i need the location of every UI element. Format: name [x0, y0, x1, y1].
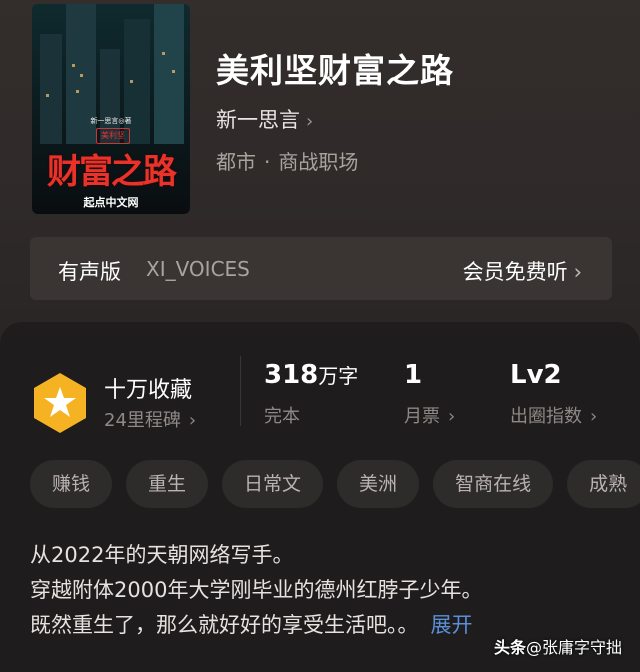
favorites-count: 十万收藏 — [104, 378, 193, 403]
milestones-link[interactable]: 24里程碑 › — [104, 406, 196, 432]
audio-voice: XI_VOICES — [146, 257, 250, 281]
milestones-label: 24里程碑 — [104, 410, 181, 431]
audio-version-bar[interactable]: 有声版 XI_VOICES 会员免费听 › — [30, 237, 612, 300]
popularity-index-label: 出圈指数 — [510, 406, 582, 427]
description-line: 穿越附体2000年大学刚毕业的德州红脖子少年。 — [30, 578, 483, 602]
watermark-author: @张庸字守拙 — [526, 638, 623, 657]
cover-publisher: 起点中文网 — [83, 196, 139, 209]
stats-divider — [240, 356, 241, 426]
book-description: 从2022年的天朝网络写手。 穿越附体2000年大学刚毕业的德州红脖子少年。 既… — [30, 538, 630, 643]
word-count-unit: 万字 — [318, 364, 359, 388]
cover-building — [40, 34, 62, 144]
book-info-panel: 十万收藏 24里程碑 › 318万字 完本 1 月票 › Lv2 出圈指数 › 赚钱重… — [0, 322, 640, 672]
chevron-right-icon: › — [188, 410, 197, 431]
author-name: 新一思言 — [216, 108, 300, 132]
expand-button[interactable]: 展开 — [431, 613, 473, 637]
monthly-tickets-value: 1 — [404, 360, 423, 390]
cover-title: 财富之路 — [47, 152, 177, 192]
popularity-level-value: Lv2 — [510, 360, 562, 390]
genre-line: 都市 · 商战职场 — [216, 146, 358, 175]
book-title: 美利坚财富之路 — [216, 51, 454, 90]
word-count: 318万字 — [264, 360, 358, 390]
monthly-tickets-label: 月票 — [404, 406, 440, 427]
chevron-right-icon: › — [306, 111, 314, 132]
monthly-tickets-link[interactable]: 月票 › — [404, 402, 455, 428]
tag-chip[interactable]: 智商在线 — [433, 460, 554, 508]
tag-chip[interactable]: 重生 — [126, 460, 209, 508]
cover-badge: 美利坚 — [96, 128, 130, 144]
star-badge-icon — [34, 373, 86, 433]
completion-status: 完本 — [264, 406, 300, 427]
tag-chip[interactable]: 成熟 — [567, 460, 640, 508]
cover-author-line: 新一思言◎著 — [90, 117, 132, 125]
chevron-right-icon: › — [573, 260, 582, 284]
audio-label: 有声版 — [58, 260, 121, 284]
member-free-label: 会员免费听 — [462, 260, 568, 284]
tag-chip[interactable]: 赚钱 — [30, 460, 113, 508]
popularity-index-link[interactable]: 出圈指数 › — [510, 402, 597, 428]
tag-list: 赚钱 重生 日常文 美洲 智商在线 成熟 — [30, 460, 640, 512]
author-link[interactable]: 新一思言 › — [216, 104, 313, 134]
genre[interactable]: 都市 — [216, 150, 256, 174]
member-free-listen-button[interactable]: 会员免费听 › — [463, 256, 582, 286]
word-count-value: 318 — [264, 360, 319, 390]
source-watermark: 头条@张庸字守拙 — [494, 634, 622, 658]
watermark-brand: 头条 — [494, 638, 527, 657]
tag-chip[interactable]: 日常文 — [222, 460, 324, 508]
chevron-right-icon: › — [448, 406, 456, 427]
description-line-text: 既然重生了，那么就好好的享受生活吧。。 — [30, 613, 419, 637]
separator-dot: · — [264, 150, 271, 174]
book-cover[interactable]: 新一思言◎著 美利坚 财富之路 起点中文网 — [32, 4, 190, 214]
tag-chip[interactable]: 美洲 — [337, 460, 420, 508]
chevron-right-icon: › — [590, 406, 598, 427]
subgenre[interactable]: 商战职场 — [278, 150, 358, 174]
description-line: 从2022年的天朝网络写手。 — [30, 543, 294, 567]
